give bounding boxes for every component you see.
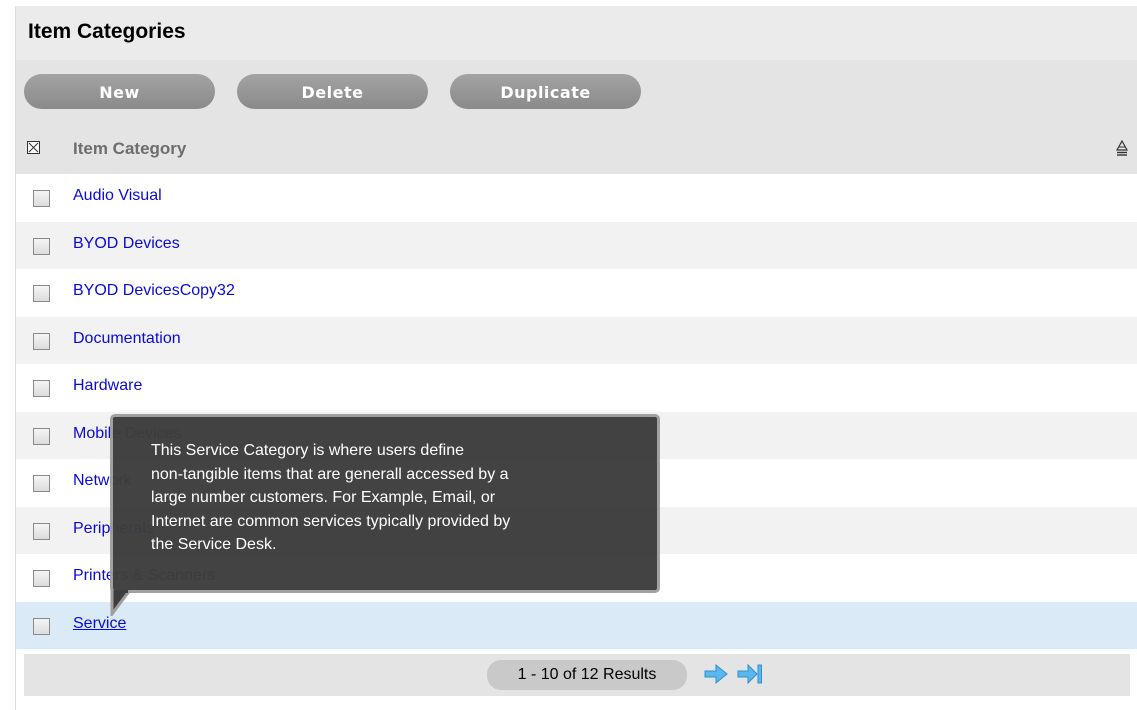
tooltip-line: the Service Desk. xyxy=(151,536,277,553)
item-categories-panel: Item Categories New Delete Duplicate Ite… xyxy=(15,6,1137,710)
table-header: Item Category xyxy=(16,124,1137,174)
table-row[interactable]: Hardware xyxy=(16,364,1137,412)
results-count: 1 - 10 of 12 Results xyxy=(487,660,687,690)
category-description-tooltip: This Service Category is where users def… xyxy=(110,414,660,593)
new-button[interactable]: New xyxy=(24,74,215,109)
pagination-bar: 1 - 10 of 12 Results xyxy=(24,654,1130,696)
select-all-checkbox[interactable] xyxy=(27,141,40,154)
tooltip-line: non-tangible items that are generall acc… xyxy=(151,465,509,483)
title-bar: Item Categories xyxy=(16,6,1137,60)
row-checkbox[interactable] xyxy=(33,332,50,350)
duplicate-button[interactable]: Duplicate xyxy=(450,74,641,109)
table-row[interactable]: Audio Visual xyxy=(16,174,1137,222)
item-category-link[interactable]: Service xyxy=(73,615,126,633)
column-header-item-category[interactable]: Item Category xyxy=(73,139,186,159)
tooltip-line: This Service Category is where users def… xyxy=(151,442,465,459)
toolbar: New Delete Duplicate xyxy=(16,60,1137,124)
row-checkbox[interactable] xyxy=(33,475,50,492)
sort-ascending-icon[interactable] xyxy=(1116,140,1128,156)
tooltip-line: Internet are common services typically p… xyxy=(151,512,511,530)
tooltip-line: large number customers. For Example, Ema… xyxy=(151,489,496,506)
row-checkbox[interactable] xyxy=(33,237,50,255)
row-checkbox[interactable] xyxy=(33,570,50,587)
row-checkbox[interactable] xyxy=(33,617,50,635)
row-checkbox[interactable] xyxy=(33,285,50,302)
page-title: Item Categories xyxy=(28,20,186,43)
row-checkbox[interactable] xyxy=(33,522,50,540)
item-category-link[interactable]: Hardware xyxy=(73,377,142,395)
tooltip-pointer xyxy=(110,590,132,616)
row-checkbox[interactable] xyxy=(33,427,50,445)
arrow-last-icon[interactable] xyxy=(737,662,763,686)
delete-button[interactable]: Delete xyxy=(237,74,428,109)
item-category-link[interactable]: Audio Visual xyxy=(73,187,162,205)
row-checkbox[interactable] xyxy=(33,190,50,207)
arrow-right-icon[interactable] xyxy=(703,662,729,686)
table-row[interactable]: Service xyxy=(16,601,1137,649)
table-row[interactable]: BYOD DevicesCopy32 xyxy=(16,269,1137,317)
item-category-link[interactable]: BYOD Devices xyxy=(73,235,180,253)
item-category-link[interactable]: Documentation xyxy=(73,330,181,348)
row-checkbox[interactable] xyxy=(33,380,50,397)
table-row[interactable]: BYOD Devices xyxy=(16,221,1137,269)
table-row[interactable]: Documentation xyxy=(16,316,1137,364)
item-category-link[interactable]: BYOD DevicesCopy32 xyxy=(73,282,235,300)
